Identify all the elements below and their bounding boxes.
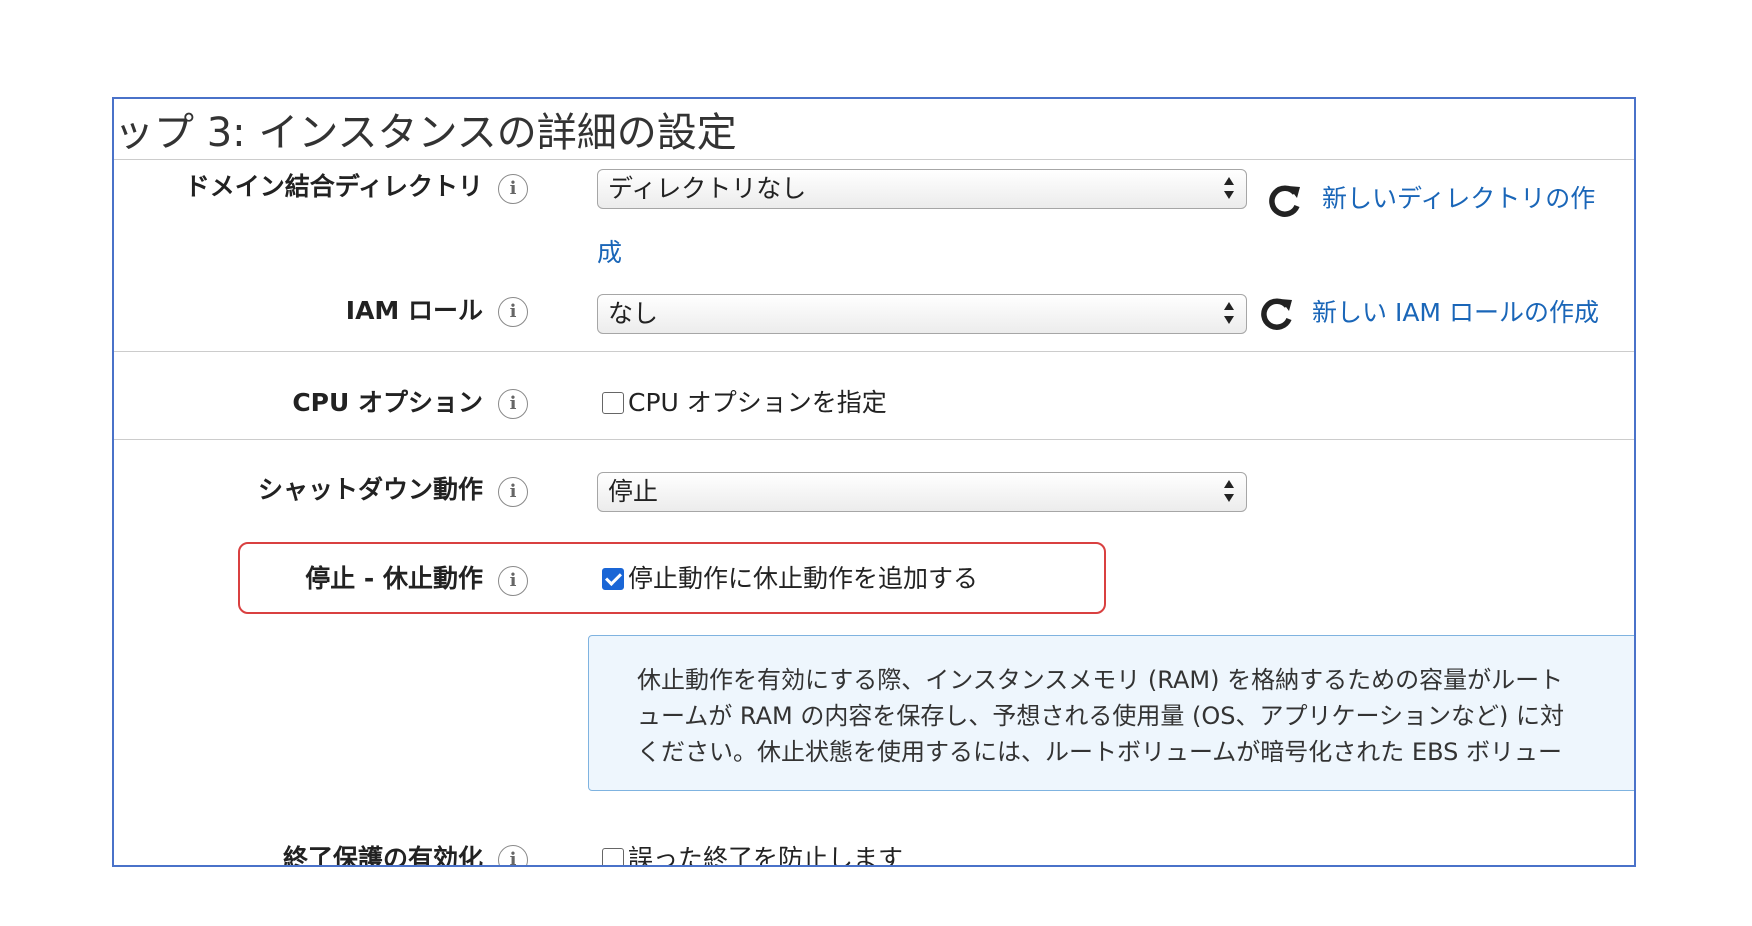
domain-join-select[interactable]: ディレクトリなし xyxy=(597,169,1247,209)
termination-protection-checkbox-label: 誤った終了を防止します xyxy=(628,844,904,867)
info-icon[interactable]: i xyxy=(498,845,528,865)
termination-row: 誤った終了を防止します xyxy=(602,843,904,867)
cpu-options-label: CPU オプション xyxy=(292,388,483,417)
hibernate-row: 停止動作に休止動作を追加する xyxy=(602,563,978,595)
instance-details-panel: ップ 3: インスタンスの詳細の設定 ドメイン結合ディレクトリ i ディレクトリ… xyxy=(114,99,1634,865)
divider xyxy=(114,351,1634,352)
iam-role-select[interactable]: なし xyxy=(597,294,1247,334)
select-arrows-icon xyxy=(1224,177,1234,199)
refresh-icon[interactable] xyxy=(1258,295,1296,333)
hibernate-checkbox[interactable] xyxy=(602,568,624,590)
create-directory-link[interactable]: 新しいディレクトリの作 xyxy=(1322,183,1595,215)
hibernate-checkbox-label: 停止動作に休止動作を追加する xyxy=(628,564,979,593)
hibernate-behavior-label: 停止 - 休止動作 xyxy=(305,564,483,593)
create-iam-role-link[interactable]: 新しい IAM ロールの作成 xyxy=(1312,297,1599,329)
select-arrows-icon xyxy=(1224,480,1234,502)
page-title: ップ 3: インスタンスの詳細の設定 xyxy=(114,110,737,156)
hibernate-info-box: 休止動作を有効にする際、インスタンスメモリ (RAM) を格納するための容量がル… xyxy=(588,635,1634,791)
create-directory-link-continued[interactable]: 成 xyxy=(597,237,622,269)
shutdown-behavior-selected: 停止 xyxy=(608,477,659,506)
info-icon[interactable]: i xyxy=(498,297,528,327)
info-icon[interactable]: i xyxy=(498,389,528,419)
info-text-line: ュームが RAM の内容を保存し、予想される使用量 (OS、アプリケーションなど… xyxy=(637,702,1564,730)
iam-role-selected: なし xyxy=(608,299,659,328)
cpu-options-checkbox[interactable] xyxy=(602,392,624,414)
divider xyxy=(114,159,1634,160)
termination-protection-label: 終了保護の有効化 xyxy=(282,844,483,867)
info-text-line: ください。休止状態を使用するには、ルートボリュームが暗号化された EBS ボリュ… xyxy=(637,738,1562,766)
info-icon[interactable]: i xyxy=(498,566,528,596)
shutdown-behavior-label: シャットダウン動作 xyxy=(257,475,483,504)
select-arrows-icon xyxy=(1224,302,1234,324)
iam-role-label: IAM ロール xyxy=(345,296,483,325)
cpu-options-checkbox-label: CPU オプションを指定 xyxy=(628,388,887,417)
termination-protection-checkbox[interactable] xyxy=(602,848,624,865)
cpu-options-row: CPU オプションを指定 xyxy=(602,387,887,419)
info-icon[interactable]: i xyxy=(498,477,528,507)
shutdown-behavior-select[interactable]: 停止 xyxy=(597,472,1247,512)
domain-join-label: ドメイン結合ディレクトリ xyxy=(184,172,483,201)
info-text-line: 休止動作を有効にする際、インスタンスメモリ (RAM) を格納するための容量がル… xyxy=(637,666,1564,694)
domain-join-selected: ディレクトリなし xyxy=(608,174,807,203)
refresh-icon[interactable] xyxy=(1266,182,1304,220)
screenshot-frame: ップ 3: インスタンスの詳細の設定 ドメイン結合ディレクトリ i ディレクトリ… xyxy=(112,97,1636,867)
divider xyxy=(114,439,1634,440)
info-icon[interactable]: i xyxy=(498,174,528,204)
